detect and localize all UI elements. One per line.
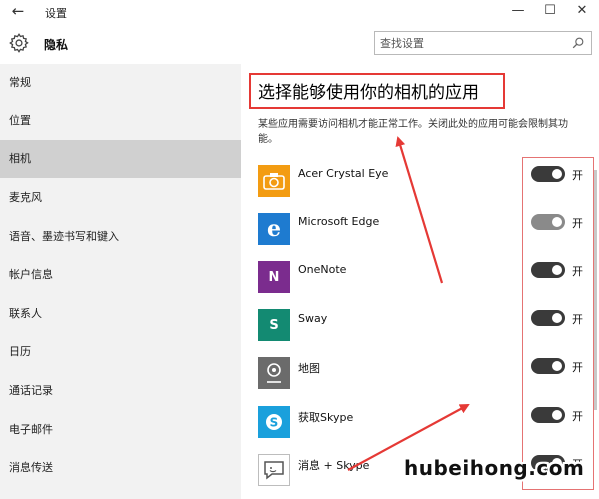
search-box[interactable] xyxy=(374,31,592,55)
sidebar-item-messaging[interactable]: 消息传送 xyxy=(0,449,241,487)
skype-icon: S xyxy=(258,406,290,438)
sidebar-item-general[interactable]: 常规 xyxy=(0,64,241,102)
minimize-button[interactable]: — xyxy=(502,0,534,24)
back-button[interactable]: ← xyxy=(0,0,36,24)
sidebar-item-account-info[interactable]: 帐户信息 xyxy=(0,256,241,294)
sidebar-item-email[interactable]: 电子邮件 xyxy=(0,411,241,449)
sidebar-item-speech-inking-typing[interactable]: 语音、墨迹书写和键入 xyxy=(0,218,241,256)
sidebar-item-camera[interactable]: 相机 xyxy=(0,140,241,178)
page-title: 隐私 xyxy=(44,38,69,52)
sidebar-item-location[interactable]: 位置 xyxy=(0,102,241,140)
scrollbar[interactable] xyxy=(594,170,597,410)
maps-icon xyxy=(258,357,290,389)
svg-text:S: S xyxy=(270,416,279,430)
app-name-messaging-skype: 消息 + Skype xyxy=(298,459,370,472)
onenote-icon: N xyxy=(258,261,290,293)
sidebar: 常规 位置 相机 麦克风 语音、墨迹书写和键入 帐户信息 联系人 日历 通话记录… xyxy=(0,64,241,499)
sidebar-item-contacts[interactable]: 联系人 xyxy=(0,295,241,333)
gear-icon xyxy=(9,33,29,53)
app-name-microsoft-edge: Microsoft Edge xyxy=(298,215,380,228)
edge-icon: e xyxy=(258,213,290,245)
window-title: 设置 xyxy=(45,7,67,20)
app-name-maps: 地图 xyxy=(298,362,320,375)
sidebar-item-call-history[interactable]: 通话记录 xyxy=(0,372,241,410)
watermark: hubeihong.com xyxy=(404,456,585,480)
search-icon[interactable] xyxy=(571,36,585,50)
app-name-sway: Sway xyxy=(298,312,328,325)
close-button[interactable]: ✕ xyxy=(566,0,598,24)
app-name-onenote: OneNote xyxy=(298,263,347,276)
app-name-get-skype: 获取Skype xyxy=(298,411,354,424)
maximize-button[interactable]: ☐ xyxy=(534,0,566,24)
title-bar: ← 设置 — ☐ ✕ xyxy=(0,0,599,24)
sway-icon: S xyxy=(258,309,290,341)
sidebar-item-microphone[interactable]: 麦克风 xyxy=(0,179,241,217)
title-highlight-box xyxy=(249,73,505,109)
messaging-icon xyxy=(258,454,290,486)
app-name-acer-crystal-eye: Acer Crystal Eye xyxy=(298,167,389,180)
toggles-highlight-box xyxy=(522,157,594,490)
camera-icon xyxy=(258,165,290,197)
sidebar-item-calendar[interactable]: 日历 xyxy=(0,333,241,371)
section-description: 某些应用需要访问相机才能正常工作。关闭此处的应用可能会限制其功能。 xyxy=(258,119,568,145)
search-input[interactable] xyxy=(380,36,560,50)
